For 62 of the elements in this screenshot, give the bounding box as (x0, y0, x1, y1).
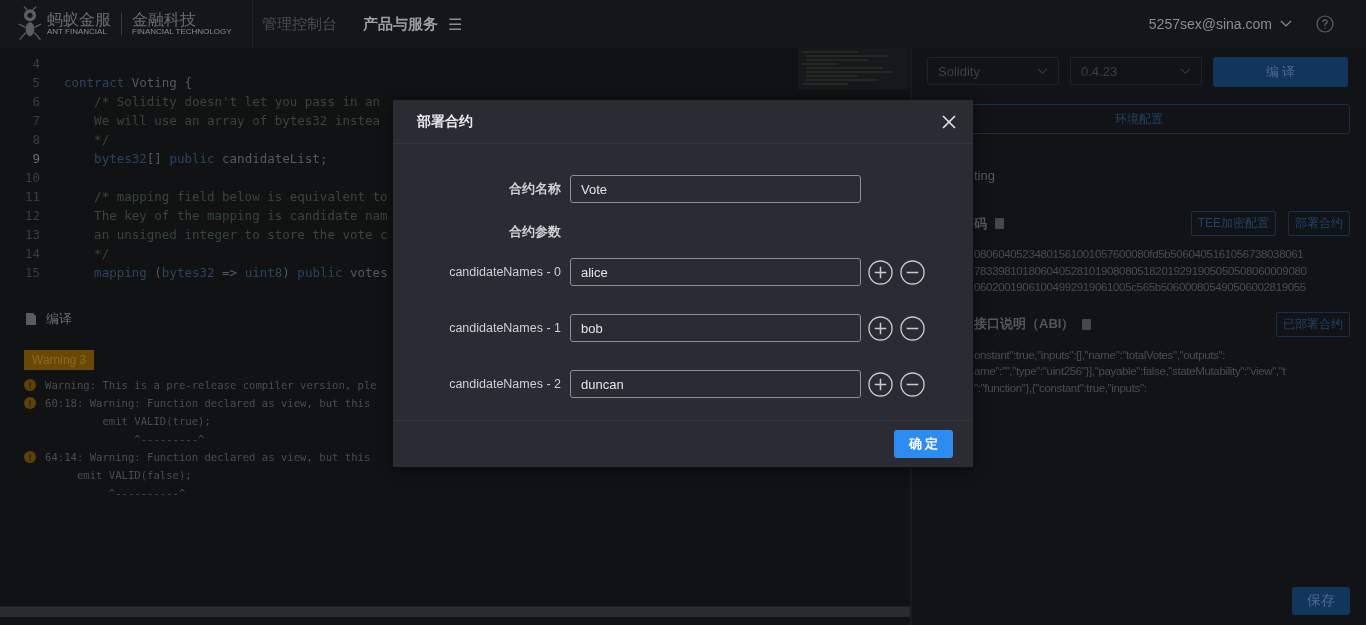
compiler-message: emit VALID(false); (75, 469, 192, 481)
compile-title: 编译 (46, 310, 72, 328)
input-field[interactable]: Vote (570, 175, 861, 203)
add-icon[interactable] (868, 259, 893, 285)
code-line: */ (93, 246, 110, 261)
remove-icon[interactable] (900, 315, 925, 341)
line-number: 9 (31, 151, 41, 166)
horizontal-scrollbar[interactable] (0, 606, 910, 617)
form-label: candidateNames - 1 (448, 321, 562, 335)
input-field[interactable]: alice (570, 258, 861, 286)
deployed-contracts-button[interactable]: 已部署合约 (1276, 311, 1350, 337)
add-icon[interactable] (868, 315, 893, 341)
warning-icon (24, 379, 36, 391)
code-line: bytes32[] public candidateList; (93, 151, 328, 166)
abi-title: 接口说明（ABI） (974, 315, 1075, 333)
bytecode-line: 7833981018060405281019080805182019291905050508060009080 (974, 263, 1308, 279)
confirm-button[interactable]: 确 定 (894, 430, 953, 458)
abi-line: ame":"","type":"uint256"}],"payable":false,"stateMutability":"view","t (974, 364, 1287, 379)
bytecode-line: 08060405234801561001057600080fd5b5060405161056738038061 (974, 247, 1305, 262)
product-subtitle: FINANCIAL TECHNOLOGY (132, 28, 232, 36)
help-icon[interactable] (1316, 15, 1334, 33)
input-field[interactable]: bob (570, 314, 861, 342)
form-label: candidateNames - 0 (448, 265, 562, 279)
chevron-down-icon (1037, 67, 1048, 75)
bytecode-line: 06020019061004992919061005c565b506000805490506002819055 (974, 280, 1307, 295)
abi-line: ":"function"},{"constant":true,"inputs": (974, 380, 1148, 396)
menu-icon[interactable]: ☰ (448, 14, 463, 34)
compiler-message: ^---------^ (133, 433, 205, 445)
compiler-message: ^----------^ (107, 487, 186, 499)
ant-logo-icon (17, 6, 43, 42)
code-line: mapping (bytes32 => uint8) public votes (93, 265, 388, 280)
code-line: */ (93, 132, 110, 147)
remove-icon[interactable] (900, 371, 925, 397)
panel-button[interactable]: 部署合约 (1288, 211, 1350, 236)
abi-line: onstant":true,"inputs":[],"name":"totalVotes","outputs": (974, 347, 1227, 363)
compiler-message: emit VALID(true); (101, 415, 211, 427)
warning-icon (24, 451, 36, 463)
input-field[interactable]: duncan (570, 370, 861, 398)
form-label: 合约参数 (508, 223, 562, 241)
form-label: 合约名称 (508, 180, 562, 198)
close-icon[interactable] (942, 114, 956, 129)
remove-icon[interactable] (900, 259, 925, 285)
add-icon[interactable] (868, 371, 893, 397)
contract-name: ting (974, 168, 996, 183)
save-button[interactable]: 保存 (1292, 587, 1350, 615)
compiler-message: 60:18: Warning: Function declared as view, but this (45, 397, 371, 409)
chevron-down-icon[interactable] (1280, 20, 1292, 28)
brand-subtitle: ANT FINANCIAL (47, 28, 108, 36)
nav-link[interactable]: 产品与服务 (363, 14, 438, 34)
dialog-title: 部署合约 (417, 112, 473, 131)
compiler-message: Warning: This is a pre-release compiler version, ple (45, 379, 377, 391)
bytecode-title: 码 (974, 214, 987, 233)
code-line: contract Voting { (64, 75, 192, 90)
chevron-down-icon (1180, 67, 1191, 75)
user-email[interactable]: 5257sex@sina.com (1148, 16, 1272, 32)
panel-button[interactable]: TEE加密配置 (1190, 211, 1276, 236)
compiler-message: 64:14: Warning: Function declared as view, but this (45, 451, 371, 463)
brand-name: 蚂蚁金服 (47, 12, 111, 28)
file-icon (26, 313, 36, 325)
warning-icon (24, 397, 36, 409)
form-label: candidateNames - 2 (448, 377, 562, 391)
product-name: 金融科技 (132, 12, 197, 28)
